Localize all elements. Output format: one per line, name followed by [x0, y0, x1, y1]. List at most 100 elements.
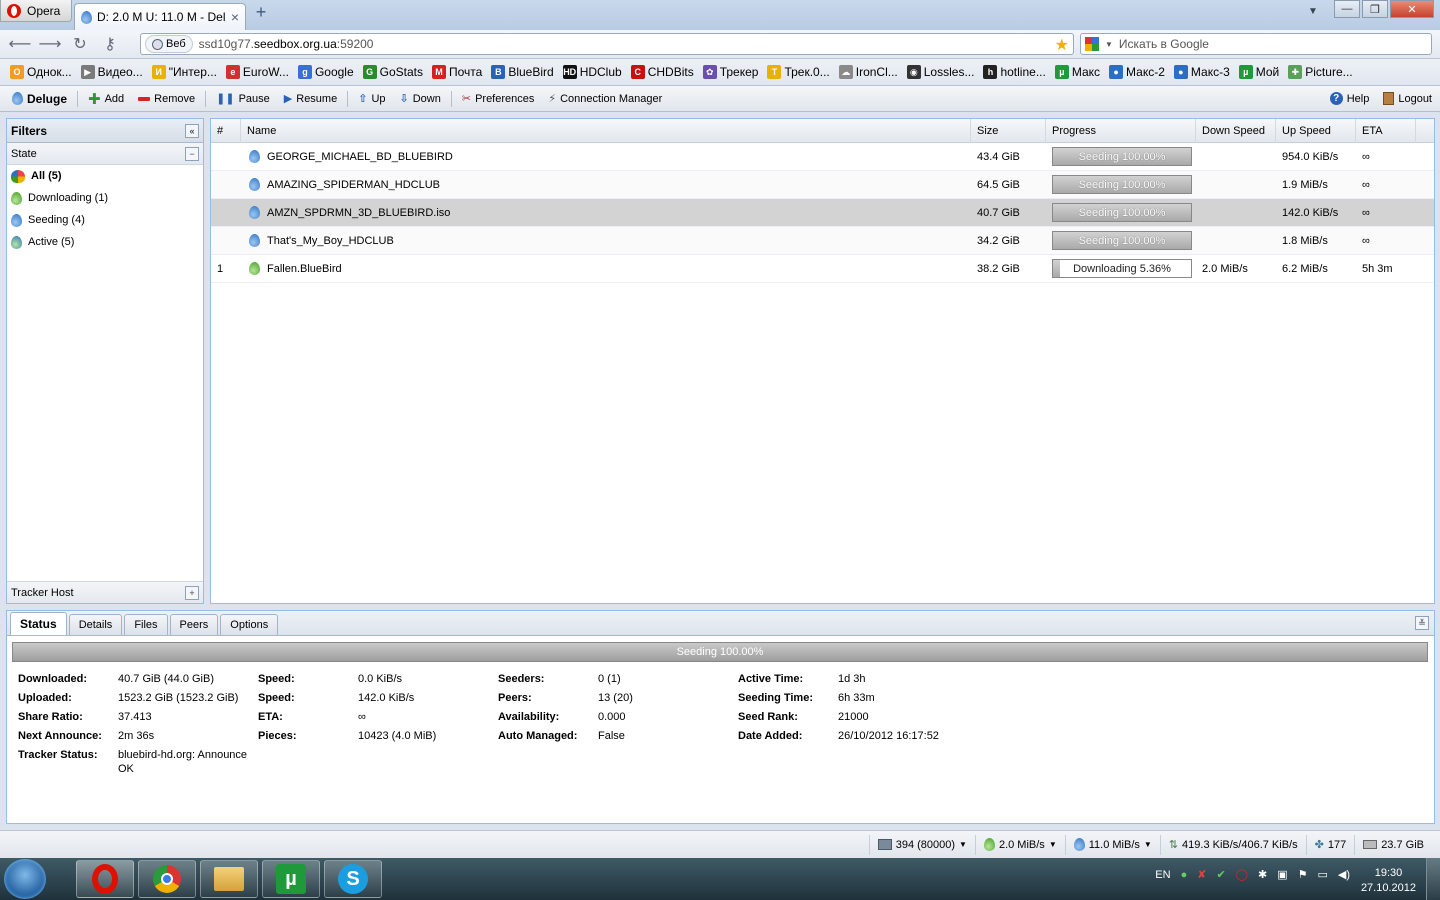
search-input[interactable]: Искать в Google	[1119, 37, 1209, 51]
collapse-state-icon[interactable]: −	[185, 146, 199, 161]
web-badge[interactable]: Веб	[145, 35, 193, 53]
new-tab-button[interactable]: +	[252, 3, 270, 22]
bookmark-item[interactable]: ● Макс-2	[1109, 59, 1174, 86]
taskbar-explorer[interactable]	[200, 860, 258, 898]
bookmark-star-icon[interactable]: ★	[1055, 35, 1069, 55]
tray-flag-icon[interactable]: ✘	[1197, 868, 1206, 881]
reload-icon[interactable]: ↻	[68, 32, 92, 56]
queue-down-button[interactable]: ⇩ Down	[394, 88, 447, 110]
language-indicator[interactable]: EN	[1155, 869, 1170, 881]
logout-button[interactable]: Logout	[1377, 88, 1440, 110]
preferences-button[interactable]: ✂ Preferences	[456, 88, 541, 110]
url-text[interactable]: ssd10g77.seedbox.org.ua:59200	[199, 37, 374, 51]
tab-status[interactable]: Status	[10, 612, 67, 635]
tab-options[interactable]: Options	[220, 614, 279, 635]
forward-arrow-icon[interactable]: ⟶	[38, 32, 62, 56]
torrent-row[interactable]: 1 Fallen.BlueBird 38.2 GiB Downloading 5.36…	[211, 255, 1434, 283]
bookmark-item[interactable]: ▶ Видео...	[80, 59, 152, 86]
bookmark-item[interactable]: ✚ Picture...	[1288, 59, 1361, 86]
state-filter-item[interactable]: Active (5)	[7, 231, 203, 253]
details-progress-text: Seeding 100.00%	[676, 646, 764, 658]
expand-tracker-host-icon[interactable]: +	[185, 585, 199, 600]
state-filter-item[interactable]: Seeding (4)	[7, 209, 203, 231]
bookmark-item[interactable]: ◉ Lossles...	[906, 59, 984, 86]
bookmark-item[interactable]: G GoStats	[362, 59, 432, 86]
connection-manager-button[interactable]: ⚡ Connection Manager	[542, 88, 668, 110]
column-header[interactable]: ETA	[1356, 118, 1416, 143]
show-desktop-button[interactable]	[1426, 858, 1440, 900]
browser-tab-deluge[interactable]: D: 2.0 M U: 11.0 M - Del... ×	[74, 3, 246, 30]
tab-list-chevron-icon[interactable]: ▼	[1308, 6, 1318, 17]
collapse-details-icon[interactable]: ≚	[1415, 616, 1429, 630]
taskbar-skype[interactable]: S	[324, 860, 382, 898]
opera-menu-button[interactable]: Opera	[0, 0, 72, 22]
tab-close-icon[interactable]: ×	[231, 9, 239, 25]
collapse-filters-icon[interactable]: «	[185, 123, 199, 138]
bookmark-item[interactable]: ● Макс-3	[1173, 59, 1239, 86]
column-header[interactable]: Progress	[1046, 118, 1196, 143]
tray-green-icon[interactable]: ●	[1181, 869, 1188, 881]
state-filter-item[interactable]: All (5)	[7, 165, 203, 187]
column-header[interactable]: #	[211, 118, 241, 143]
bookmark-item[interactable]: C CHDBits	[630, 59, 703, 86]
tray-check-icon[interactable]: ✔	[1216, 868, 1225, 881]
taskbar-clock[interactable]: 19:30 27.10.2012	[1361, 866, 1416, 896]
bookmark-item[interactable]: O Однок...	[10, 59, 81, 86]
bookmark-item[interactable]: M Почта	[432, 59, 491, 86]
start-button[interactable]	[4, 859, 46, 899]
tab-details[interactable]: Details	[68, 614, 123, 635]
column-header[interactable]: Up Speed	[1276, 118, 1356, 143]
torrent-row[interactable]: AMAZING_SPIDERMAN_HDCLUB 64.5 GiB Seeding …	[211, 171, 1434, 199]
remove-button[interactable]: Remove	[132, 88, 201, 110]
close-window-button[interactable]: ✕	[1390, 0, 1434, 18]
search-engine-chevron-icon[interactable]: ▼	[1105, 40, 1113, 49]
taskbar-chrome[interactable]	[138, 860, 196, 898]
bookmark-item[interactable]: И "Интер...	[151, 59, 226, 86]
state-filter-item[interactable]: Downloading (1)	[7, 187, 203, 209]
volume-icon[interactable]: ◀)	[1338, 868, 1350, 881]
tab-peers[interactable]: Peers	[169, 614, 219, 635]
restore-button[interactable]: ❐	[1362, 0, 1388, 18]
column-header[interactable]: Size	[971, 118, 1046, 143]
resume-button[interactable]: ▶ Resume	[278, 88, 343, 110]
taskbar-opera[interactable]	[76, 860, 134, 898]
taskbar-utorrent[interactable]: µ	[262, 860, 320, 898]
tab-files[interactable]: Files	[124, 614, 168, 635]
status-value: 1523.2 GiB (1523.2 GiB)	[118, 692, 239, 704]
torrent-row[interactable]: That's_My_Boy_HDCLUB 34.2 GiB Seeding 100.…	[211, 227, 1434, 255]
bookmark-item[interactable]: HD HDClub	[562, 59, 631, 86]
minimize-button[interactable]: —	[1334, 0, 1360, 18]
network-tray-icon[interactable]: ▭	[1317, 868, 1327, 881]
bluetooth-icon[interactable]: ✱	[1258, 868, 1267, 881]
bookmark-item[interactable]: µ Макс	[1054, 59, 1109, 86]
help-button[interactable]: ? Help	[1324, 88, 1376, 110]
bookmark-item[interactable]: e EuroW...	[225, 59, 298, 86]
connections-status[interactable]: 394 (80000) ▼	[868, 834, 975, 855]
bookmark-item[interactable]: T Трек.0...	[767, 59, 838, 86]
queue-up-button[interactable]: ⇧ Up	[352, 88, 391, 110]
pause-button[interactable]: ❚❚ Pause	[210, 88, 276, 110]
download-speed-status[interactable]: 2.0 MiB/s ▼	[974, 834, 1065, 855]
torrent-row[interactable]: GEORGE_MICHAEL_BD_BLUEBIRD 43.4 GiB Seedin…	[211, 143, 1434, 171]
key-icon[interactable]: ⚷	[98, 32, 122, 56]
address-bar[interactable]: Веб ssd10g77.seedbox.org.ua:59200 ★	[140, 33, 1074, 55]
bookmark-item[interactable]: ☁ IronCl...	[838, 59, 907, 86]
bookmark-item[interactable]: h hotline...	[983, 59, 1054, 86]
column-header[interactable]: Down Speed	[1196, 118, 1276, 143]
search-box[interactable]: ▼ Искать в Google	[1080, 33, 1432, 55]
action-center-flag-icon[interactable]: ⚑	[1298, 868, 1308, 881]
bookmark-item[interactable]: B BlueBird	[491, 59, 562, 86]
bookmark-item[interactable]: ✿ Трекер	[702, 59, 768, 86]
upload-speed-status[interactable]: 11.0 MiB/s ▼	[1064, 834, 1160, 855]
tray-display-icon[interactable]: ▣	[1277, 868, 1287, 881]
back-arrow-icon[interactable]: ⟵	[8, 32, 32, 56]
bookmark-item[interactable]: µ Мой	[1238, 59, 1289, 86]
bookmark-item[interactable]: g Google	[297, 59, 363, 86]
column-header[interactable]: Name	[241, 118, 971, 143]
state-filter-header[interactable]: State −	[7, 143, 203, 165]
status-value: 21000	[838, 711, 869, 723]
add-button[interactable]: ✚ Add	[82, 88, 130, 110]
torrent-row[interactable]: AMZN_SPDRMN_3D_BLUEBIRD.iso 40.7 GiB Seedi…	[211, 199, 1434, 227]
tray-opera-icon[interactable]: ◯	[1236, 868, 1248, 881]
tracker-host-filter-header[interactable]: Tracker Host +	[7, 581, 203, 603]
